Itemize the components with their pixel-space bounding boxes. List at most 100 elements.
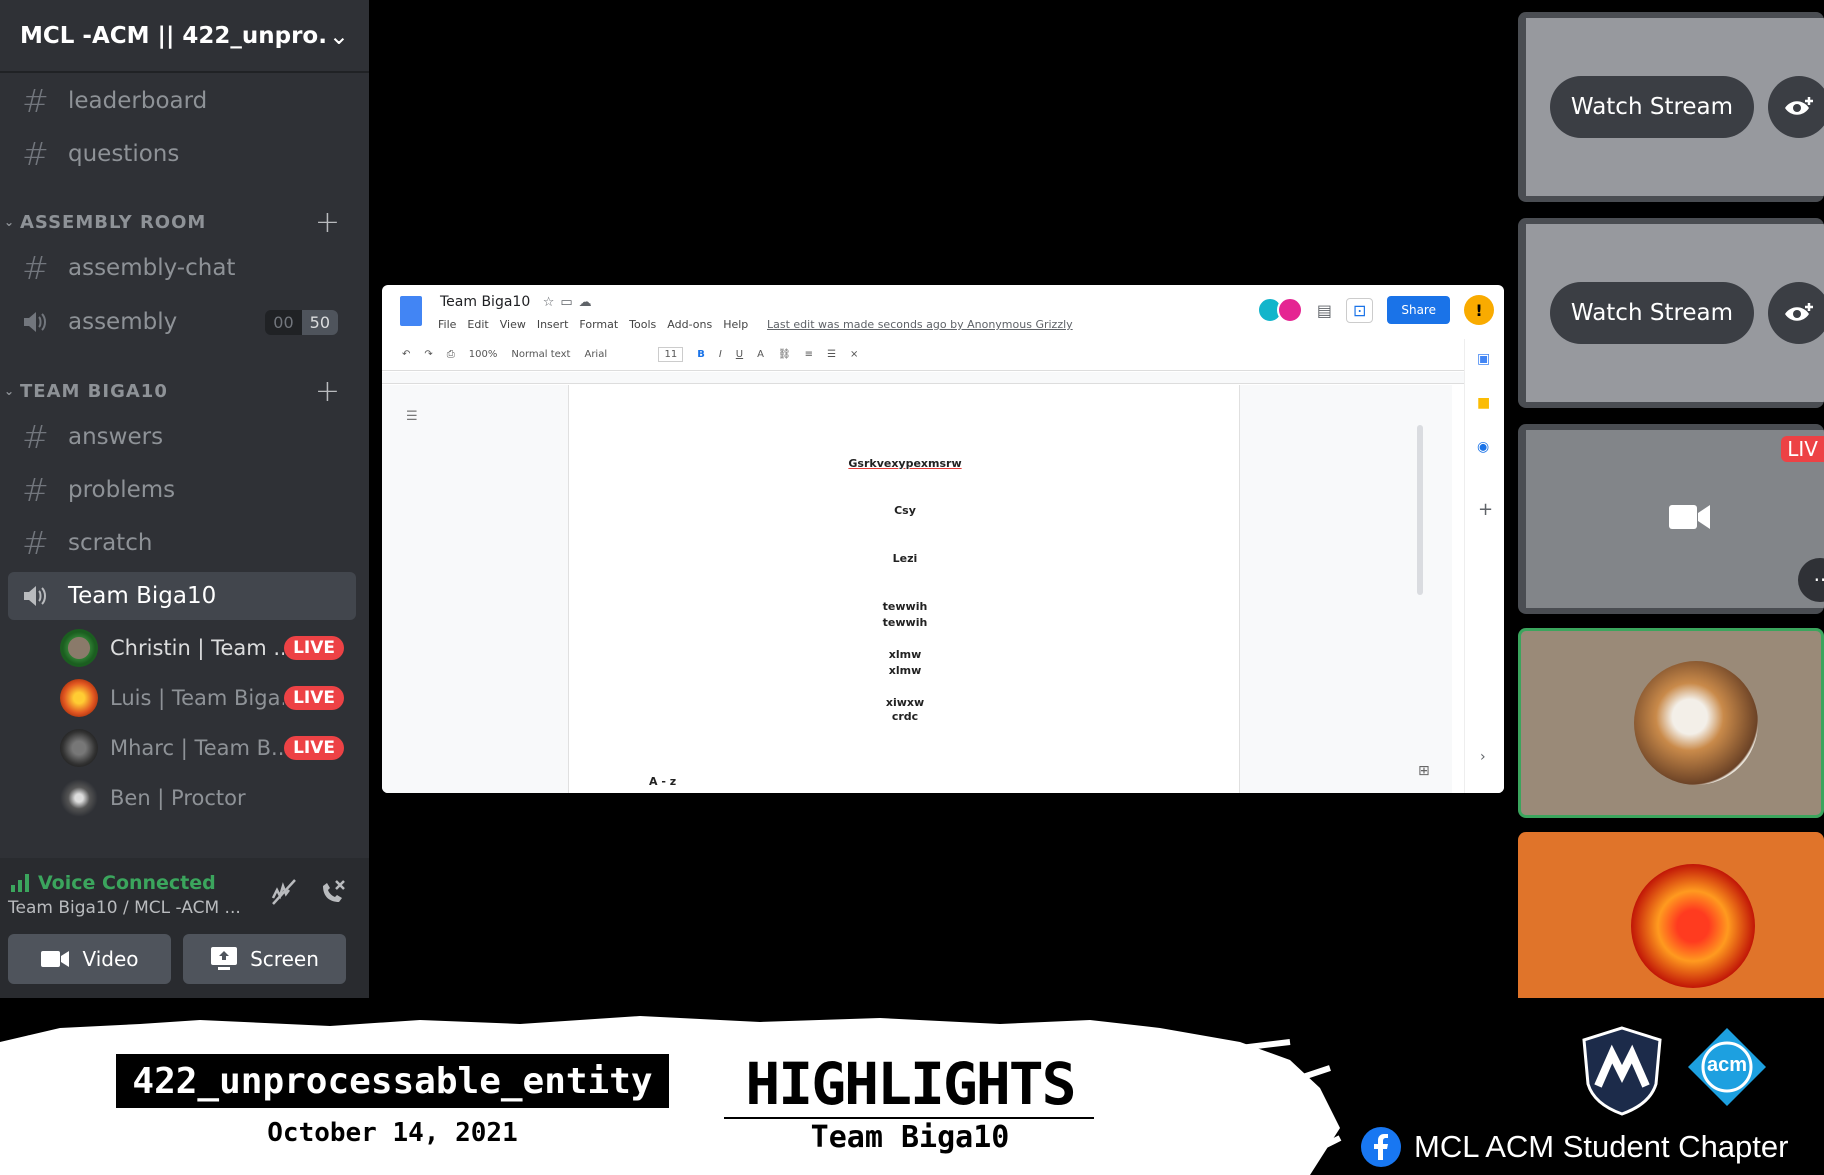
doc-title[interactable]: Team Biga10 ☆▭☁ <box>440 294 598 310</box>
channel-assembly-chat[interactable]: # assembly-chat <box>8 244 356 292</box>
last-edit-link[interactable]: Last edit was made seconds ago by Anonym… <box>767 318 1073 331</box>
account-alert-icon[interactable]: ! <box>1464 295 1494 325</box>
menu-format[interactable]: Format <box>579 318 618 331</box>
video-button[interactable]: Video <box>8 934 171 984</box>
menu-tools[interactable]: Tools <box>629 318 656 331</box>
menu-file[interactable]: File <box>438 318 456 331</box>
facebook-icon <box>1361 1127 1401 1167</box>
stream-tile[interactable]: Watch Stream <box>1518 218 1824 408</box>
screen-share-button[interactable]: Screen <box>183 934 346 984</box>
preview-eye-icon[interactable] <box>1768 282 1824 344</box>
preview-eye-icon[interactable] <box>1768 76 1824 138</box>
stream-tile[interactable]: LIV ·· <box>1518 424 1824 614</box>
hash-icon: # <box>22 135 49 173</box>
redo-icon[interactable]: ↷ <box>424 349 432 360</box>
user-limit: 50 <box>301 309 338 335</box>
doc-line: Gsrkvexypexmsrw <box>848 457 962 470</box>
voice-user[interactable]: Luis | Team Biga... LIVE <box>60 676 356 720</box>
add-channel-icon[interactable]: + <box>315 374 341 409</box>
clear-format-icon[interactable]: ⨯ <box>850 349 858 360</box>
outline-icon[interactable]: ☰ <box>406 409 418 424</box>
chevron-down-icon[interactable]: ⌄ <box>329 22 349 50</box>
caret-icon: ⌄ <box>4 384 16 398</box>
participant-tile-speaking[interactable] <box>1518 628 1824 818</box>
participant-tile[interactable] <box>1518 832 1824 998</box>
list-icon[interactable]: ☰ <box>827 349 836 360</box>
category-team-biga10[interactable]: ⌄ TEAM BIGA10 + <box>0 374 369 409</box>
watch-stream-button[interactable]: Watch Stream <box>1550 76 1754 138</box>
channel-answers[interactable]: # answers <box>8 413 356 461</box>
channel-team-biga10-voice[interactable]: Team Biga10 <box>8 572 356 620</box>
highlights-title: HIGHLIGHTS <box>745 1050 1076 1118</box>
undo-icon[interactable]: ↶ <box>402 349 410 360</box>
server-header[interactable]: MCL -ACM || 422_unpro... ⌄ <box>0 0 369 73</box>
voice-user[interactable]: Christin | Team ... LIVE <box>60 626 356 670</box>
collaborator-avatars <box>1256 297 1303 323</box>
menu-insert[interactable]: Insert <box>537 318 569 331</box>
voice-status[interactable]: Voice Connected <box>10 872 216 894</box>
add-addon-icon[interactable]: + <box>1478 499 1493 520</box>
speaker-icon <box>22 584 68 608</box>
chevron-right-icon[interactable]: › <box>1480 749 1486 765</box>
channel-assembly-voice[interactable]: assembly 00 50 <box>8 298 356 346</box>
channel-sidebar: MCL -ACM || 422_unpro... ⌄ # leaderboard… <box>0 0 369 998</box>
add-channel-icon[interactable]: + <box>315 205 341 240</box>
channel-problems[interactable]: # problems <box>8 466 356 514</box>
present-icon[interactable]: ⊡ <box>1345 297 1374 323</box>
voice-user-name: Christin | Team ... <box>110 636 285 660</box>
speaker-icon <box>22 310 68 334</box>
doc-side-panel: ▣ ■ ◉ + › <box>1464 339 1504 793</box>
doc-page[interactable]: Gsrkvexypexmsrw Csy Lezi tewwih tewwih x… <box>568 385 1240 793</box>
font-size-field[interactable]: 11 <box>658 347 684 362</box>
disconnect-icon[interactable] <box>319 878 347 910</box>
underline-icon[interactable]: U <box>736 349 743 360</box>
category-label: TEAM BIGA10 <box>20 380 168 402</box>
explore-icon[interactable]: ⊞ <box>1418 763 1430 779</box>
doc-canvas: ☰ Gsrkvexypexmsrw Csy Lezi tewwih tewwih… <box>382 385 1452 793</box>
keep-icon[interactable]: ■ <box>1477 395 1490 411</box>
category-assembly-room[interactable]: ⌄ ASSEMBLY ROOM + <box>0 205 369 240</box>
voice-user[interactable]: Ben | Proctor <box>60 776 356 820</box>
font-select[interactable]: Arial <box>584 349 644 360</box>
channel-questions[interactable]: # questions <box>8 130 356 178</box>
facebook-page-line: MCL ACM Student Chapter <box>1360 1126 1788 1168</box>
menu-edit[interactable]: Edit <box>467 318 488 331</box>
share-button[interactable]: Share <box>1387 296 1450 324</box>
comments-icon[interactable]: ▤ <box>1317 301 1332 320</box>
zoom-select[interactable]: 100% <box>469 349 498 360</box>
noise-suppression-icon[interactable] <box>269 878 297 910</box>
doc-line: tewwih <box>882 600 928 613</box>
avatar <box>60 679 98 717</box>
voice-location: Team Biga10 / MCL -ACM ... <box>8 898 241 918</box>
text-color-icon[interactable]: A <box>757 349 764 360</box>
event-date: October 14, 2021 <box>267 1118 518 1148</box>
bold-icon[interactable]: B <box>697 349 705 360</box>
doc-scrollbar[interactable] <box>1417 425 1423 595</box>
menu-help[interactable]: Help <box>723 318 748 331</box>
user-count: 00 <box>265 309 302 335</box>
locked-hash-icon: # <box>22 471 49 509</box>
menu-view[interactable]: View <box>500 318 526 331</box>
menu-addons[interactable]: Add-ons <box>667 318 712 331</box>
user-limit-badge: 00 50 <box>265 309 338 335</box>
channel-leaderboard[interactable]: # leaderboard <box>8 77 356 125</box>
voice-user[interactable]: Mharc | Team B... LIVE <box>60 726 356 770</box>
channel-name: assembly-chat <box>68 255 236 281</box>
hash-icon: # <box>22 249 49 287</box>
shared-screen-google-doc[interactable]: Team Biga10 ☆▭☁ File Edit View Insert Fo… <box>382 285 1504 793</box>
calendar-icon[interactable]: ▣ <box>1477 351 1490 367</box>
link-icon[interactable]: ⛓ <box>778 349 791 360</box>
voice-user-name: Luis | Team Biga... <box>110 686 285 710</box>
doc-title-text: Team Biga10 <box>440 294 531 310</box>
italic-icon[interactable]: I <box>719 349 722 360</box>
print-icon[interactable]: ⎙ <box>447 349 455 360</box>
stream-tile[interactable]: Watch Stream <box>1518 12 1824 202</box>
avatar <box>60 729 98 767</box>
align-icon[interactable]: ≡ <box>805 349 813 360</box>
live-badge: LIVE <box>284 736 344 760</box>
channel-name: assembly <box>68 309 178 335</box>
channel-scratch[interactable]: # scratch <box>8 519 356 567</box>
watch-stream-button[interactable]: Watch Stream <box>1550 282 1754 344</box>
style-select[interactable]: Normal text <box>511 349 570 360</box>
tasks-icon[interactable]: ◉ <box>1477 439 1489 455</box>
